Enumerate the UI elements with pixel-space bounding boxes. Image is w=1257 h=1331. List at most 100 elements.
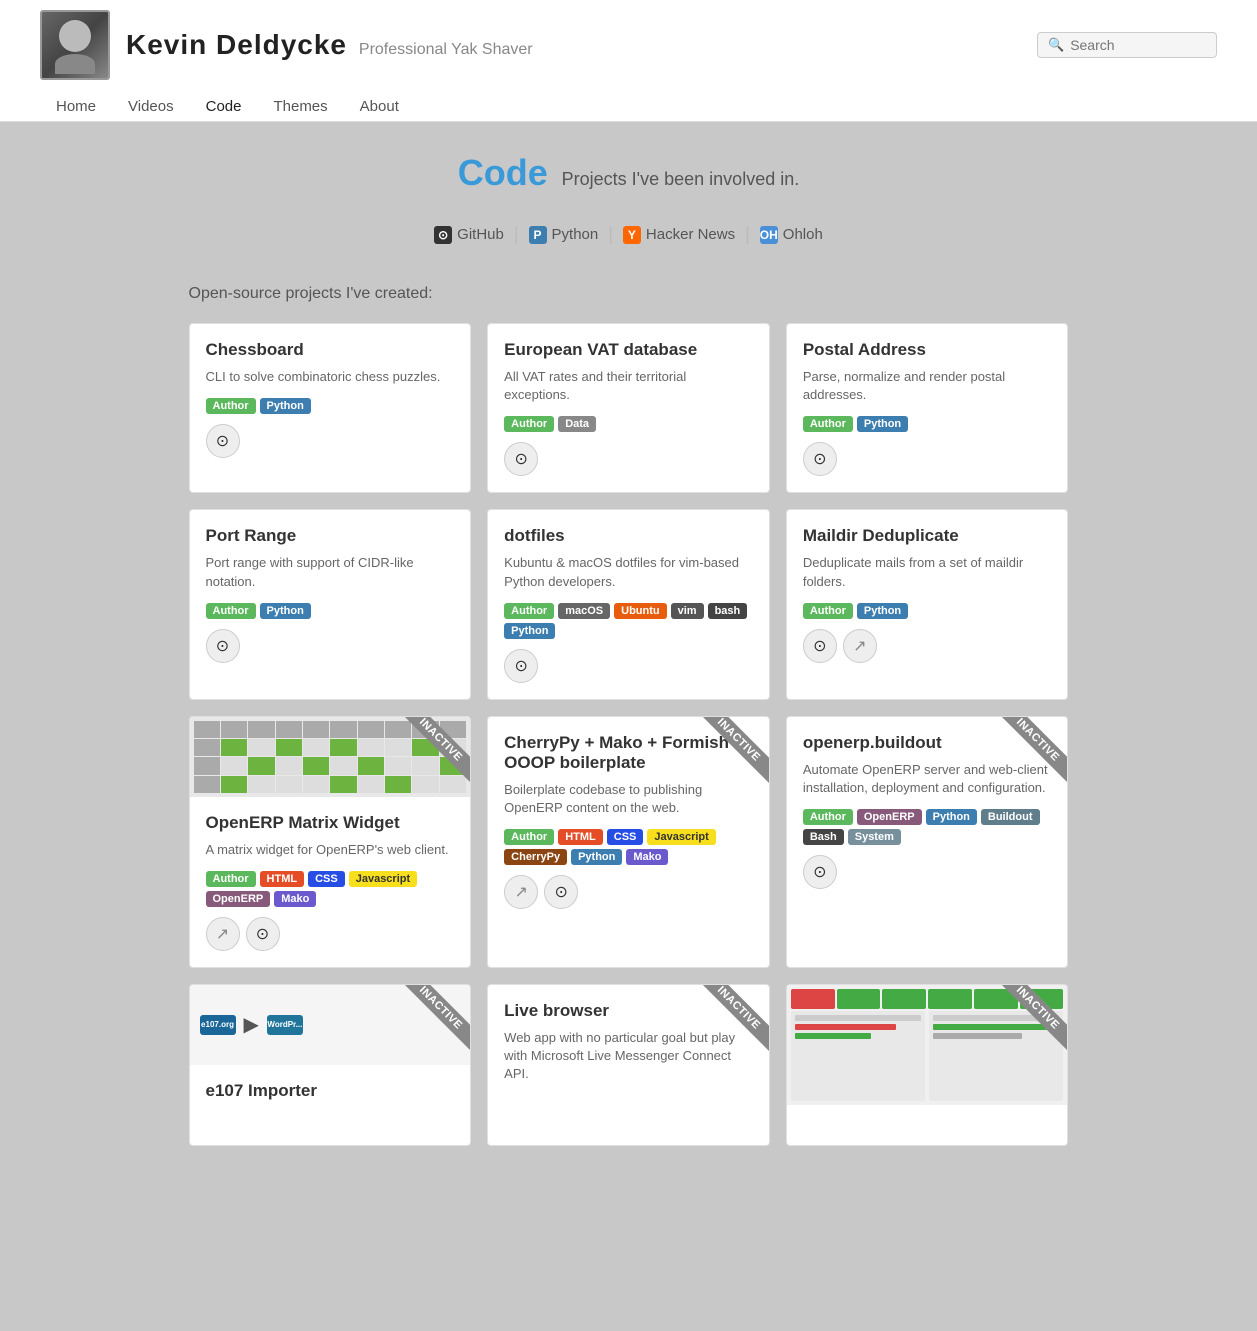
nav-code[interactable]: Code bbox=[190, 92, 258, 121]
tag-python: Python bbox=[857, 603, 908, 619]
project-tags: Author Python bbox=[206, 603, 455, 619]
link-separator-1: | bbox=[514, 224, 519, 245]
tag-html: HTML bbox=[260, 871, 305, 887]
tag-author: Author bbox=[206, 398, 256, 414]
project-card-live-browser: Inactive Live browser Web app with no pa… bbox=[487, 984, 770, 1146]
project-tags: Author Data bbox=[504, 416, 753, 432]
github-link-icon[interactable]: ⊙ bbox=[504, 649, 538, 683]
project-desc: Deduplicate mails from a set of maildir … bbox=[803, 554, 1052, 590]
tag-javascript: Javascript bbox=[349, 871, 417, 887]
link-ohloh-label: Ohloh bbox=[783, 226, 823, 243]
project-icons: ⊙ ↗ bbox=[803, 629, 1052, 663]
tag-author: Author bbox=[803, 416, 853, 432]
project-desc: Automate OpenERP server and web-client i… bbox=[803, 761, 1052, 797]
tag-openerp: OpenERP bbox=[857, 809, 922, 825]
arrow-icon: ▶ bbox=[244, 1012, 259, 1037]
project-desc: Web app with no particular goal but play… bbox=[504, 1029, 753, 1084]
link-github[interactable]: ⊙ GitHub bbox=[434, 226, 504, 244]
link-python-label: Python bbox=[552, 226, 599, 243]
tag-mako: Mako bbox=[626, 849, 668, 865]
tag-bash: Bash bbox=[803, 829, 844, 845]
project-icons: ⊙ bbox=[206, 629, 455, 663]
project-card-port-range: Port Range Port range with support of CI… bbox=[189, 509, 472, 699]
project-card-dotfiles: dotfiles Kubuntu & macOS dotfiles for vi… bbox=[487, 509, 770, 699]
tag-css: CSS bbox=[607, 829, 644, 845]
project-icons: ⊙ bbox=[504, 442, 753, 476]
project-desc: Boilerplate codebase to publishing OpenE… bbox=[504, 781, 753, 817]
project-desc: A matrix widget for OpenERP's web client… bbox=[206, 841, 455, 859]
project-tags: Author OpenERP Python Buildout Bash Syst… bbox=[803, 809, 1052, 845]
project-title: Live browser bbox=[504, 1001, 753, 1021]
project-icons: ⊙ bbox=[803, 855, 1052, 889]
share-link-icon[interactable]: ↗ bbox=[206, 917, 240, 951]
tag-bash: bash bbox=[708, 603, 748, 619]
project-icons: ↗ ⊙ bbox=[504, 875, 753, 909]
page-subtitle: Projects I've been involved in. bbox=[562, 169, 800, 189]
share-link-icon[interactable]: ↗ bbox=[843, 629, 877, 663]
tag-author: Author bbox=[504, 603, 554, 619]
github-link-icon[interactable]: ⊙ bbox=[803, 629, 837, 663]
project-title: dotfiles bbox=[504, 526, 753, 546]
github-link-icon[interactable]: ⊙ bbox=[206, 424, 240, 458]
hackernews-icon: Y bbox=[623, 226, 641, 244]
project-tags: Author HTML CSS Javascript CherryPy Pyth… bbox=[504, 829, 753, 865]
github-link-icon[interactable]: ⊙ bbox=[803, 855, 837, 889]
tag-author: Author bbox=[504, 829, 554, 845]
project-tags: Author Python bbox=[803, 603, 1052, 619]
nav-about[interactable]: About bbox=[344, 92, 415, 121]
tag-python: Python bbox=[260, 398, 311, 414]
link-hackernews[interactable]: Y Hacker News bbox=[623, 226, 735, 244]
link-hackernews-label: Hacker News bbox=[646, 226, 735, 243]
tag-data: Data bbox=[558, 416, 596, 432]
page-title: Code bbox=[458, 152, 548, 193]
link-separator-2: | bbox=[608, 224, 613, 245]
project-desc: All VAT rates and their territorial exce… bbox=[504, 368, 753, 404]
nav-themes[interactable]: Themes bbox=[257, 92, 343, 121]
project-card-cherrypy: Inactive CherryPy + Mako + Formish + OOO… bbox=[487, 716, 770, 968]
share-link-icon[interactable]: ↗ bbox=[504, 875, 538, 909]
projects-grid: Chessboard CLI to solve combinatoric che… bbox=[189, 323, 1069, 1146]
project-card-matrix-widget: Inactive OpenERP Matrix Widget A matrix … bbox=[189, 716, 472, 968]
project-tags: Author HTML CSS Javascript OpenERP Mako bbox=[206, 871, 455, 907]
project-card-e107: e107.org ▶ WordPr... Inactive e107 Impor… bbox=[189, 984, 472, 1146]
links-row: ⊙ GitHub | P Python | Y Hacker News | OH… bbox=[189, 224, 1069, 245]
search-input[interactable] bbox=[1070, 37, 1206, 53]
project-title: Postal Address bbox=[803, 340, 1052, 360]
project-tags: Author Python bbox=[803, 416, 1052, 432]
project-card-vat: European VAT database All VAT rates and … bbox=[487, 323, 770, 493]
tag-ubuntu: Ubuntu bbox=[614, 603, 666, 619]
project-title: European VAT database bbox=[504, 340, 753, 360]
tag-author: Author bbox=[803, 809, 853, 825]
project-desc: CLI to solve combinatoric chess puzzles. bbox=[206, 368, 455, 386]
github-link-icon[interactable]: ⊙ bbox=[504, 442, 538, 476]
site-name: Kevin Deldycke bbox=[126, 29, 347, 60]
nav: Home Videos Code Themes About bbox=[40, 84, 1217, 121]
project-desc: Parse, normalize and render postal addre… bbox=[803, 368, 1052, 404]
avatar bbox=[40, 10, 110, 80]
nav-videos[interactable]: Videos bbox=[112, 92, 190, 121]
project-title: Maildir Deduplicate bbox=[803, 526, 1052, 546]
tag-author: Author bbox=[206, 871, 256, 887]
project-title: CherryPy + Mako + Formish + OOOP boilerp… bbox=[504, 733, 753, 773]
tag-author: Author bbox=[803, 603, 853, 619]
project-desc: Kubuntu & macOS dotfiles for vim-based P… bbox=[504, 554, 753, 590]
nav-home[interactable]: Home bbox=[40, 92, 112, 121]
tag-macos: macOS bbox=[558, 603, 610, 619]
github-link-icon[interactable]: ⊙ bbox=[544, 875, 578, 909]
github-link-icon[interactable]: ⊙ bbox=[246, 917, 280, 951]
link-python[interactable]: P Python bbox=[529, 226, 599, 244]
tag-python: Python bbox=[926, 809, 977, 825]
link-ohloh[interactable]: OH Ohloh bbox=[760, 226, 823, 244]
tag-html: HTML bbox=[558, 829, 603, 845]
project-desc: Port range with support of CIDR-like not… bbox=[206, 554, 455, 590]
search-box[interactable]: 🔍 bbox=[1037, 32, 1217, 58]
project-title: Chessboard bbox=[206, 340, 455, 360]
project-title: OpenERP Matrix Widget bbox=[206, 813, 455, 833]
project-title: e107 Importer bbox=[206, 1081, 455, 1101]
github-link-icon[interactable]: ⊙ bbox=[206, 629, 240, 663]
link-github-label: GitHub bbox=[457, 226, 504, 243]
github-link-icon[interactable]: ⊙ bbox=[803, 442, 837, 476]
section-heading: Open-source projects I've created: bbox=[189, 285, 1069, 303]
tag-mako: Mako bbox=[274, 891, 316, 907]
tag-author: Author bbox=[504, 416, 554, 432]
